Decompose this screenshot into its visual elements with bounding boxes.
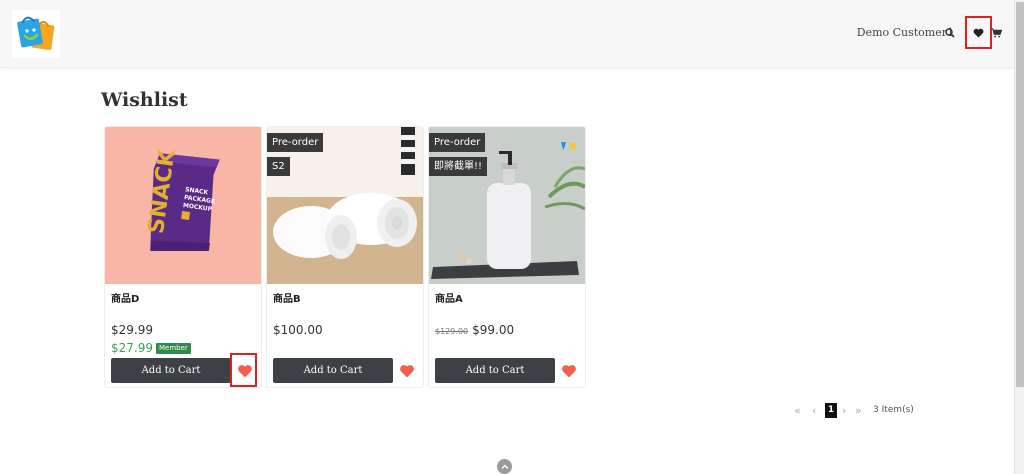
product-name[interactable]: 商品A	[435, 290, 463, 305]
current-page[interactable]: 1	[825, 403, 837, 418]
product-price: $29.99	[111, 323, 153, 337]
member-price-value: $27.99	[111, 341, 153, 355]
product-price: $100.00	[273, 323, 323, 337]
product-name[interactable]: 商品B	[273, 290, 301, 305]
product-price: $129.00 $99.00	[435, 323, 514, 337]
cart-icon[interactable]	[990, 26, 1002, 40]
last-page-icon[interactable]: »	[855, 403, 862, 418]
customer-name-link[interactable]: Demo Customer1	[857, 26, 954, 39]
product-name[interactable]: 商品D	[111, 290, 139, 305]
store-logo[interactable]	[12, 10, 60, 58]
product-card[interactable]: SNACK SNACK PACKAGE MOCKUP 商品D $29.99 $2…	[104, 126, 262, 388]
pin-icon	[559, 135, 577, 150]
original-price: $129.00	[435, 327, 469, 336]
add-to-cart-button[interactable]: Add to Cart	[435, 358, 555, 383]
first-page-icon[interactable]: «	[794, 403, 801, 418]
back-to-top-button[interactable]	[497, 459, 512, 474]
tag-badge: S2	[267, 157, 290, 176]
page-title: Wishlist	[101, 89, 188, 111]
remove-wishlist-heart-icon[interactable]	[561, 363, 577, 378]
sale-price: $99.00	[472, 323, 515, 337]
items-count: 3 Item(s)	[873, 405, 914, 415]
add-to-cart-button[interactable]: Add to Cart	[111, 358, 231, 383]
site-header: Demo Customer1	[0, 0, 1014, 68]
scrollbar-thumb[interactable]	[1016, 2, 1024, 387]
preorder-badge: Pre-order	[267, 133, 324, 152]
add-to-cart-button[interactable]: Add to Cart	[273, 358, 393, 383]
preorder-badge: Pre-order	[429, 133, 486, 152]
prev-page-icon[interactable]: ‹	[812, 403, 816, 418]
remove-wishlist-heart-icon[interactable]	[399, 363, 415, 378]
member-price: $27.99 Member	[111, 341, 191, 355]
wishlist-heart-icon[interactable]	[972, 26, 984, 40]
product-card[interactable]: Pre-order 即將截單!! 商品A $129.00 $99.00 Add t…	[428, 126, 586, 388]
product-image[interactable]: SNACK SNACK PACKAGE MOCKUP	[105, 127, 261, 284]
member-badge: Member	[156, 343, 191, 354]
next-page-icon[interactable]: ›	[842, 403, 846, 418]
chevron-up-icon	[501, 464, 508, 469]
closing-soon-badge: 即將截單!!	[429, 157, 488, 176]
page-scrollbar[interactable]	[1014, 0, 1024, 474]
product-card[interactable]: Pre-order S2 商品B $100.00 Add to Cart	[266, 126, 424, 388]
highlight-box	[230, 353, 257, 387]
search-icon[interactable]	[944, 26, 956, 40]
